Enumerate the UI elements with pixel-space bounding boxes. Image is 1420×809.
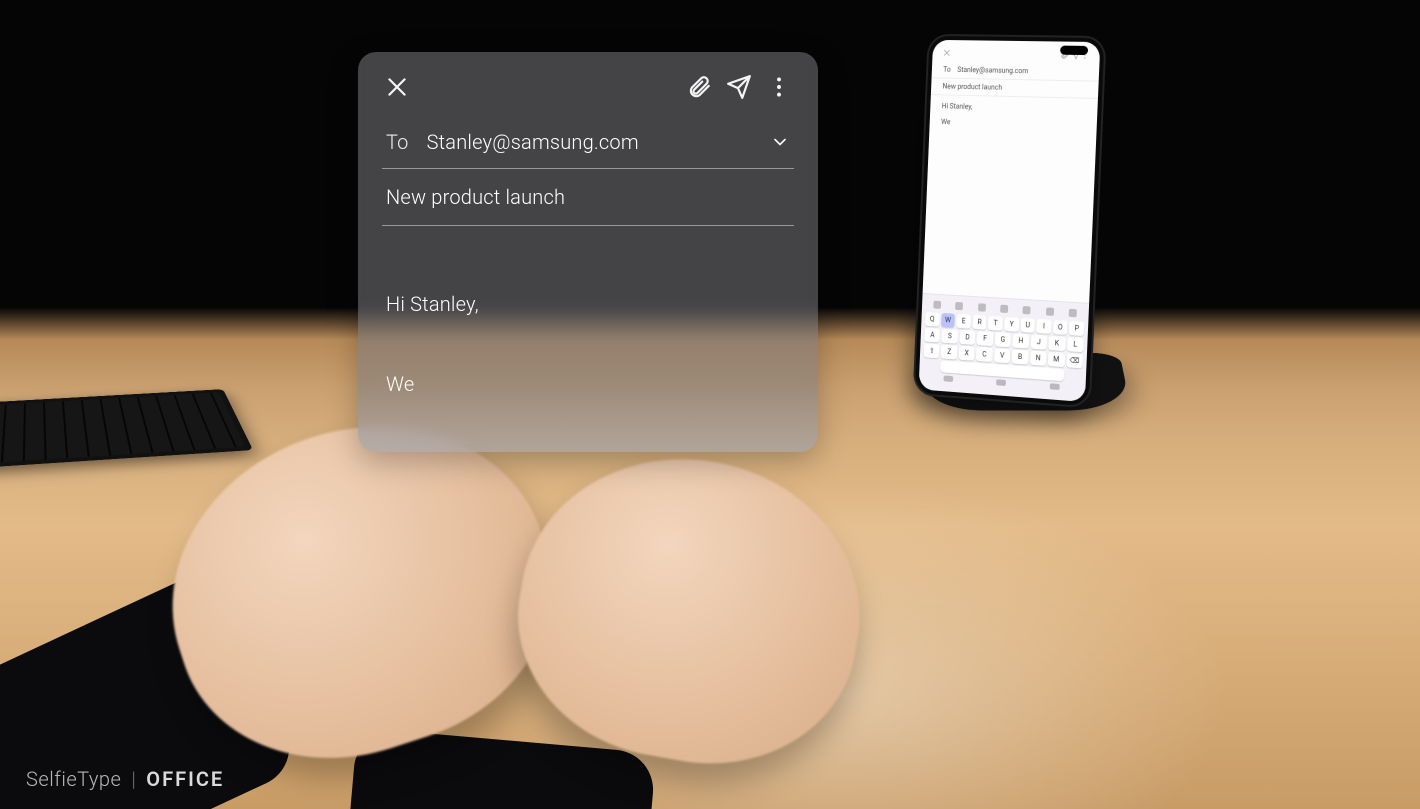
compose-body[interactable]: Hi Stanley, We: [382, 226, 794, 452]
caption-mode: OFFICE: [146, 767, 224, 791]
phone-to-label: To: [943, 66, 951, 74]
caption: SelfieType | OFFICE: [26, 767, 224, 791]
physical-keyboard: [0, 389, 253, 468]
phone-subject: New product launch: [942, 82, 1002, 91]
phone-key[interactable]: Z: [941, 345, 957, 360]
phone-key[interactable]: V: [994, 348, 1010, 363]
phone-body[interactable]: Hi Stanley, We: [923, 95, 1098, 303]
compose-to-value: Stanley@samsung.com: [427, 130, 752, 154]
more-icon[interactable]: [766, 74, 792, 100]
phone-key[interactable]: H: [1012, 333, 1029, 348]
chevron-down-icon[interactable]: [770, 132, 790, 152]
phone-key[interactable]: A: [924, 328, 940, 343]
phone-to-value: Stanley@samsung.com: [957, 66, 1028, 75]
compose-toolbar: [358, 52, 818, 116]
phone-camera-cutout: [1060, 46, 1088, 56]
phone-key[interactable]: J: [1030, 335, 1047, 350]
phone-key[interactable]: D: [959, 330, 975, 345]
phone-key[interactable]: T: [988, 316, 1003, 331]
caption-brand: SelfieType: [26, 767, 121, 791]
phone-key[interactable]: P: [1069, 321, 1084, 336]
phone-key[interactable]: W: [941, 313, 955, 328]
scene-background: To Stanley@samsung.com New product launc…: [0, 0, 1420, 809]
phone-key[interactable]: R: [972, 315, 987, 330]
compose-subject: New product launch: [386, 185, 565, 209]
send-icon[interactable]: [726, 74, 752, 100]
phone-key[interactable]: C: [976, 347, 992, 362]
phone-key[interactable]: I: [1037, 319, 1052, 334]
phone-key[interactable]: Y: [1004, 317, 1019, 332]
caption-separator: |: [131, 767, 136, 791]
hand-right: [497, 433, 884, 787]
phone-key[interactable]: E: [956, 314, 971, 329]
phone-key[interactable]: G: [995, 332, 1011, 347]
compose-overlay: To Stanley@samsung.com New product launc…: [358, 52, 818, 452]
phone-key[interactable]: S: [942, 329, 958, 344]
phone-keyboard[interactable]: QWERTYUIOP ASDFGHJKL ⇧ZXCVBNM⌫: [919, 293, 1090, 402]
close-icon[interactable]: [384, 74, 410, 100]
phone-key[interactable]: X: [959, 346, 975, 361]
phone-close-icon[interactable]: [942, 48, 952, 58]
phone-key[interactable]: O: [1053, 320, 1068, 335]
phone-screen: To Stanley@samsung.com New product launc…: [919, 40, 1101, 402]
phone-key[interactable]: ⇧: [924, 343, 940, 358]
phone-key[interactable]: Q: [925, 312, 939, 327]
phone-key[interactable]: F: [977, 331, 993, 346]
attach-icon[interactable]: [686, 74, 712, 100]
phone-key[interactable]: N: [1030, 351, 1047, 366]
phone-key[interactable]: K: [1049, 336, 1066, 351]
phone-key[interactable]: ⌫: [1066, 353, 1083, 368]
phone-key[interactable]: B: [1012, 349, 1029, 364]
phone-key[interactable]: U: [1020, 318, 1035, 333]
phone-key[interactable]: L: [1067, 337, 1084, 352]
compose-body-text: Hi Stanley, We: [386, 292, 479, 396]
compose-subject-row[interactable]: New product launch: [382, 169, 794, 226]
compose-to-row[interactable]: To Stanley@samsung.com: [382, 116, 794, 169]
phone-key[interactable]: M: [1048, 352, 1065, 367]
phone-body-line2: We: [941, 117, 1085, 133]
compose-to-label: To: [386, 130, 409, 154]
phone: To Stanley@samsung.com New product launc…: [913, 34, 1107, 409]
